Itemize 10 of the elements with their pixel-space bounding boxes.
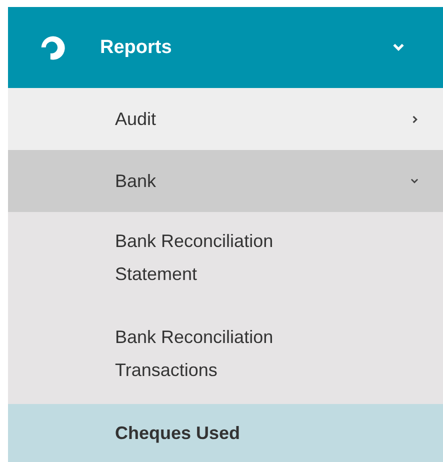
- submenu-item[interactable]: Bank Reconciliation Statement: [8, 212, 443, 308]
- chevron-down-icon: [410, 178, 419, 184]
- reports-header[interactable]: Reports: [8, 7, 443, 88]
- chevron-right-icon: [412, 114, 419, 124]
- menu-group-item[interactable]: Audit: [8, 88, 443, 150]
- header-label: Reports: [100, 36, 173, 58]
- menu-group-item[interactable]: Bank: [8, 150, 443, 212]
- submenu-item[interactable]: Cheques Used: [8, 404, 443, 462]
- submenu-item[interactable]: Bank Reconciliation Transactions: [8, 308, 443, 404]
- logo-icon: [40, 34, 66, 60]
